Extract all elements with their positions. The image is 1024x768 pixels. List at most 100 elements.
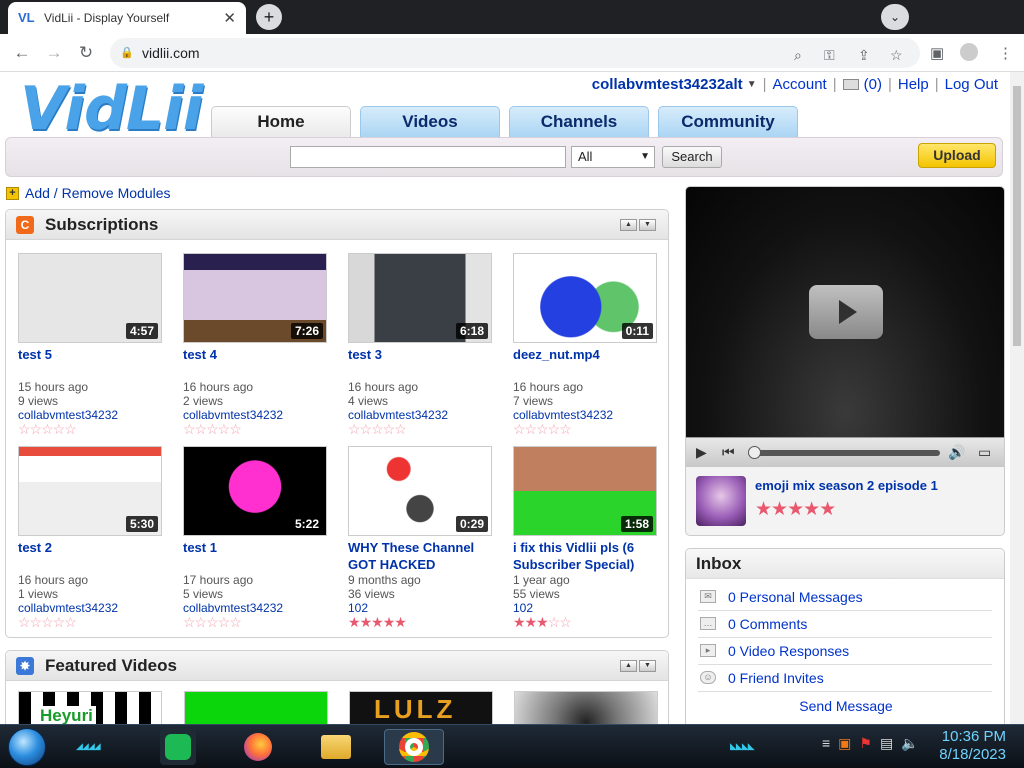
video-uploader-link[interactable]: collabvmtest34232 [183, 601, 333, 615]
profile-avatar-icon[interactable] [960, 43, 978, 61]
video-card[interactable]: 5:22 test 1 17 hours ago 5 views collabvmtes… [183, 446, 333, 630]
video-uploader-link[interactable]: 102 [348, 601, 498, 615]
tab-videos[interactable]: Videos [360, 106, 500, 138]
lock-icon[interactable]: 🔒 [120, 46, 134, 59]
back-arrow-icon[interactable]: ← [12, 43, 32, 63]
inbox-row-messages[interactable]: ✉ 0 Personal Messages [698, 584, 992, 611]
tab-home[interactable]: Home [211, 106, 351, 138]
side-panel-icon[interactable]: ▣ [930, 44, 944, 62]
share-icon[interactable]: ⇪ [858, 47, 870, 64]
video-title-link[interactable]: WHY These Channel GOT HACKED [348, 539, 498, 573]
video-card[interactable]: 1:58 i fix this Vidlii pls (6 Subscriber … [513, 446, 663, 630]
video-uploader-link[interactable]: collabvmtest34232 [183, 408, 333, 422]
collapse-up-icon[interactable]: ▲ [620, 219, 637, 231]
chrome-taskbar-icon[interactable] [384, 729, 444, 765]
upload-button[interactable]: Upload [918, 143, 996, 168]
new-tab-button[interactable]: + [256, 4, 282, 30]
logout-link[interactable]: Log Out [945, 76, 998, 93]
fullscreen-icon[interactable]: ▭ [978, 444, 991, 461]
inbox-friends-link[interactable]: 0 Friend Invites [728, 670, 824, 686]
flag-icon[interactable]: ⚑ [859, 735, 872, 752]
play-icon[interactable] [809, 285, 883, 339]
bookmark-star-icon[interactable]: ☆ [890, 47, 903, 64]
kebab-menu-icon[interactable]: ⋮ [998, 44, 1013, 62]
video-uploader-link[interactable]: collabvmtest34232 [348, 408, 498, 422]
video-title-link[interactable]: test 1 [183, 539, 333, 573]
previous-icon[interactable]: ⏮ [722, 444, 735, 461]
video-screen[interactable] [686, 187, 1004, 437]
featured-thumb[interactable]: LULZ [349, 691, 493, 724]
video-thumbnail[interactable]: 6:18 [348, 253, 492, 343]
featured-thumb[interactable] [184, 691, 328, 724]
now-playing-title[interactable]: emoji mix season 2 episode 1 [755, 478, 938, 493]
video-title-link[interactable]: test 5 [18, 346, 168, 380]
play-icon[interactable]: ▶ [696, 444, 707, 461]
inbox-messages-link[interactable]: 0 Personal Messages [728, 589, 863, 605]
collapse-up-icon[interactable]: ▲ [620, 660, 637, 672]
start-button[interactable] [8, 728, 46, 766]
seek-bar[interactable] [750, 450, 940, 456]
url-text[interactable]: vidlii.com [142, 45, 200, 61]
firefox-icon[interactable] [240, 729, 276, 765]
tab-channels[interactable]: Channels [509, 106, 649, 138]
omnibox[interactable]: 🔒 vidlii.com ⌕ ⚿ ⇪ ☆ [110, 38, 920, 68]
video-card[interactable]: 5:30 test 2 16 hours ago 1 views collabvmtes… [18, 446, 168, 630]
username-link[interactable]: collabvmtest34232alt [592, 76, 743, 93]
video-thumbnail[interactable]: 7:26 [183, 253, 327, 343]
account-link[interactable]: Account [773, 76, 827, 93]
search-category-select[interactable]: All ▼ [571, 146, 655, 168]
featured-thumb[interactable] [514, 691, 658, 724]
vidlii-logo[interactable]: VidLii [20, 74, 203, 144]
expand-down-icon[interactable]: ▼ [639, 660, 656, 672]
tray-app-icon[interactable]: ▣ [838, 735, 851, 752]
video-card[interactable]: 4:57 test 5 15 hours ago 9 views collabvmtes… [18, 253, 168, 437]
zoom-search-icon[interactable]: ⌕ [794, 47, 802, 64]
reload-icon[interactable]: ↻ [76, 43, 96, 63]
video-uploader-link[interactable]: collabvmtest34232 [18, 601, 168, 615]
video-avatar[interactable] [696, 476, 746, 526]
inbox-responses-link[interactable]: 0 Video Responses [728, 643, 849, 659]
video-thumbnail[interactable]: 5:22 [183, 446, 327, 536]
notes-app-icon[interactable] [160, 729, 196, 765]
browser-tab[interactable]: VL VidLii - Display Yourself ✕ [8, 2, 246, 34]
file-explorer-icon[interactable] [318, 729, 354, 765]
video-title-link[interactable]: test 4 [183, 346, 333, 380]
mail-icon[interactable] [842, 79, 859, 90]
add-remove-modules[interactable]: + Add / Remove Modules [6, 185, 171, 201]
inbox-comments-link[interactable]: 0 Comments [728, 616, 807, 632]
close-tab-icon[interactable]: ✕ [223, 9, 236, 27]
video-thumbnail[interactable]: 4:57 [18, 253, 162, 343]
key-icon[interactable]: ⚿ [824, 47, 835, 64]
mail-count-link[interactable]: (0) [864, 76, 882, 93]
video-card[interactable]: 7:26 test 4 16 hours ago 2 views collabvmtes… [183, 253, 333, 437]
tab-community[interactable]: Community [658, 106, 798, 138]
video-card[interactable]: 6:18 test 3 16 hours ago 4 views collabvmtes… [348, 253, 498, 437]
chevron-down-icon[interactable]: ▼ [747, 79, 757, 90]
inbox-row-responses[interactable]: ▸ 0 Video Responses [698, 638, 992, 665]
video-title-link[interactable]: deez_nut.mp4 [513, 346, 663, 380]
tray-chevron-icon[interactable]: ≡ [822, 735, 830, 752]
video-title-link[interactable]: i fix this Vidlii pls (6 Subscriber Spec… [513, 539, 663, 573]
page-scrollbar[interactable] [1010, 72, 1024, 724]
speaker-icon[interactable]: 🔈 [901, 735, 918, 752]
expand-down-icon[interactable]: ▼ [639, 219, 656, 231]
video-title-link[interactable]: test 3 [348, 346, 498, 380]
tab-search-chevron-icon[interactable]: ⌄ [881, 4, 909, 30]
taskbar-clock[interactable]: 10:36 PM 8/18/2023 [934, 728, 1006, 764]
video-uploader-link[interactable]: collabvmtest34232 [18, 408, 168, 422]
send-message-link[interactable]: Send Message [686, 698, 1006, 714]
video-thumbnail[interactable]: 5:30 [18, 446, 162, 536]
video-card[interactable]: 0:11 deez_nut.mp4 16 hours ago 7 views colla… [513, 253, 663, 437]
video-card[interactable]: 0:29 WHY These Channel GOT HACKED 9 months… [348, 446, 498, 630]
featured-thumb[interactable]: Heyuri [18, 691, 162, 724]
video-uploader-link[interactable]: collabvmtest34232 [513, 408, 663, 422]
help-link[interactable]: Help [898, 76, 929, 93]
video-thumbnail[interactable]: 1:58 [513, 446, 657, 536]
scrollbar-thumb[interactable] [1013, 86, 1021, 346]
video-thumbnail[interactable]: 0:29 [348, 446, 492, 536]
inbox-row-comments[interactable]: … 0 Comments [698, 611, 992, 638]
seek-handle[interactable] [748, 446, 761, 459]
volume-icon[interactable]: 🔊 [948, 444, 965, 461]
search-button[interactable]: Search [662, 146, 722, 168]
video-uploader-link[interactable]: 102 [513, 601, 663, 615]
